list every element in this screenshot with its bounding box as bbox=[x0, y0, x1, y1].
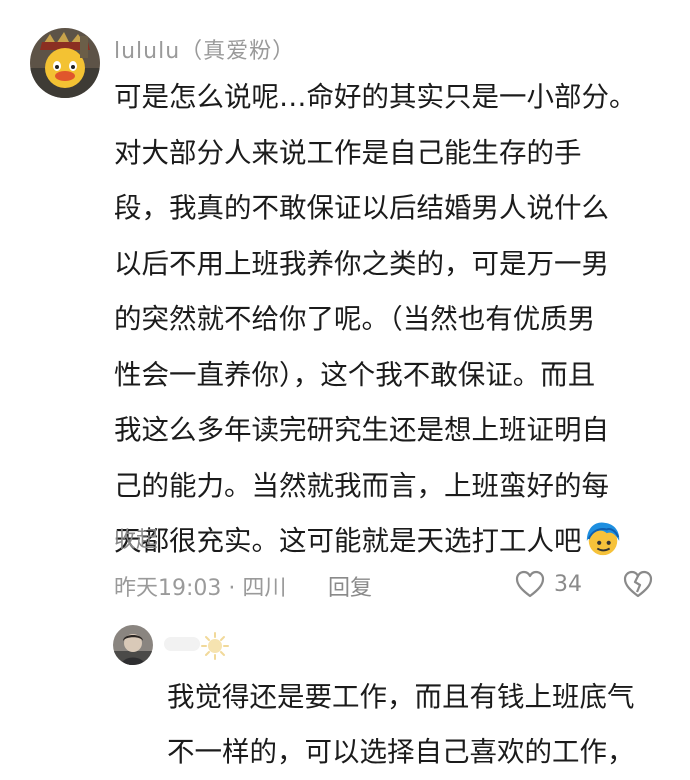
comment-line: 对大部分人来说工作是自己能生存的手 bbox=[114, 136, 582, 169]
replier-name-obscured bbox=[164, 637, 200, 651]
comment-line: 我这么多年读完研究生还是想上班证明自 bbox=[114, 414, 609, 446]
commenter-avatar[interactable] bbox=[30, 28, 100, 98]
commenter-username[interactable]: lululu（真爱粉） bbox=[114, 33, 295, 65]
heart-outline-icon bbox=[514, 569, 546, 599]
like-button[interactable]: 34 bbox=[514, 566, 582, 602]
comment-line: 性会一直养你），这个我不敢保证。而且 bbox=[114, 358, 596, 391]
dislike-button[interactable] bbox=[622, 568, 654, 600]
comment-line: 以后不用上班我养你之类的，可是万一男 bbox=[114, 247, 609, 280]
comment-line: 己的能力。当然就我而言，上班蛮好的每 bbox=[114, 469, 609, 502]
sun-icon bbox=[200, 631, 230, 661]
comment-line: 可是怎么说呢…命好的其实只是一小部分。 bbox=[114, 81, 637, 113]
replier-avatar[interactable] bbox=[113, 625, 153, 665]
comment-meta-row: 昨天19:03 · 四川 回复 34 bbox=[114, 566, 674, 602]
blue-hair-face-emoji-icon bbox=[584, 520, 622, 558]
reply-line: 我觉得还是要工作，而且有钱上班底气 bbox=[167, 681, 635, 713]
broken-heart-icon bbox=[622, 568, 654, 600]
comment-text: 可是怎么说呢…命好的其实只是一小部分。 对大部分人来说工作是自己能生存的手 段，… bbox=[114, 70, 674, 570]
comment-line: 段，我真的不敢保证以后结婚男人说什么 bbox=[114, 192, 609, 224]
reply-line: 不一样的，可以选择自己喜欢的工作， bbox=[167, 736, 635, 768]
collapse-link[interactable]: 收起 bbox=[114, 522, 158, 554]
reply-text: 我觉得还是要工作，而且有钱上班底气 不一样的，可以选择自己喜欢的工作， bbox=[167, 670, 677, 780]
comment-line: 的突然就不给你了呢。（当然也有优质男 bbox=[114, 303, 596, 335]
comment-line-last: 天都很充实。这可能就是天选打工人吧 bbox=[114, 514, 674, 570]
like-count: 34 bbox=[554, 571, 582, 597]
reply-button[interactable]: 回复 bbox=[328, 570, 372, 602]
comment-line-text: 天都很充实。这可能就是天选打工人吧 bbox=[114, 525, 582, 557]
comment-time-location: 昨天19:03 · 四川 bbox=[114, 576, 287, 601]
